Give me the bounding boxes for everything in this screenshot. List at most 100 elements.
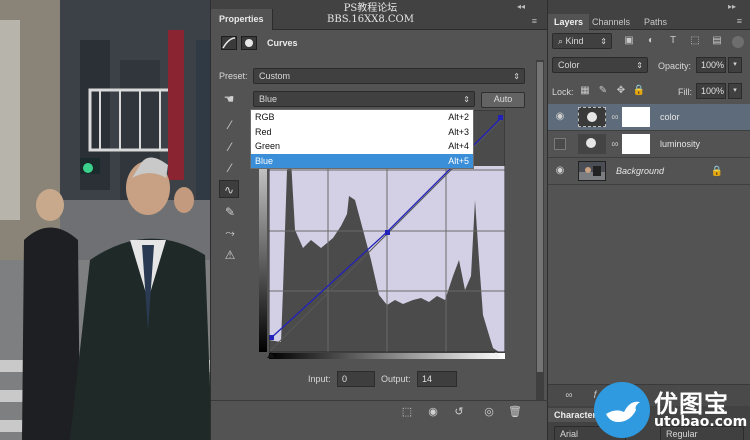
filter-pixel-icon[interactable]: ▣ xyxy=(622,34,636,48)
input-label: Input: xyxy=(308,374,331,384)
curve-point-mid[interactable] xyxy=(385,230,390,235)
adjustment-thumbnail xyxy=(578,107,606,127)
tab-layers[interactable]: Layers xyxy=(548,14,590,30)
input-gradient-bar xyxy=(269,353,505,359)
adjustment-thumbnail xyxy=(578,134,606,154)
clip-to-layer-icon[interactable]: ⬚ xyxy=(399,405,415,419)
preset-value: Custom xyxy=(259,71,291,81)
mask-thumbnail[interactable] xyxy=(622,134,650,154)
auto-button[interactable]: Auto xyxy=(481,92,525,108)
eyedropper-white-icon[interactable]: ⁄ xyxy=(221,159,239,177)
image-thumbnail xyxy=(578,161,606,181)
properties-panel: Properties PS教程论坛 BBS.16XX8.COM ◂◂ ≡ Cur… xyxy=(210,0,549,440)
view-previous-icon[interactable]: ◉ xyxy=(425,405,441,419)
lock-position-icon[interactable]: ✥ xyxy=(614,84,628,98)
layer-row-color[interactable]: ◉ ∞ color xyxy=(548,104,750,131)
layer-row-luminosity[interactable]: ∞ luminosity xyxy=(548,131,750,158)
delete-icon[interactable]: 🗑 xyxy=(507,405,523,419)
curve-point-black[interactable] xyxy=(269,335,274,340)
bird-logo-icon xyxy=(594,382,650,438)
curve-point-white[interactable] xyxy=(498,115,503,120)
preset-label: Preset: xyxy=(219,71,248,81)
menu-item-rgb[interactable]: RGB Alt+2 xyxy=(251,110,473,125)
mask-icon[interactable] xyxy=(241,36,257,50)
link-icon[interactable]: ∞ xyxy=(608,138,622,152)
watermark-line1: PS教程论坛 xyxy=(343,3,398,14)
filter-toggle[interactable] xyxy=(732,36,744,48)
scrollbar-track[interactable] xyxy=(536,60,544,400)
menu-item-green[interactable]: Green Alt+4 xyxy=(251,139,473,154)
search-icon: ⌕ xyxy=(558,36,566,46)
tab-paths[interactable]: Paths xyxy=(638,14,673,30)
lock-pixels-icon[interactable]: ✎ xyxy=(596,84,610,98)
smooth-icon[interactable]: ⤳ xyxy=(221,224,239,242)
tab-channels[interactable]: Channels xyxy=(586,14,636,30)
lock-transparent-icon[interactable]: ▦ xyxy=(578,84,592,98)
scrollbar-thumb[interactable] xyxy=(537,62,543,372)
link-icon[interactable]: ∞ xyxy=(608,111,622,125)
layer-name[interactable]: Background xyxy=(616,166,664,176)
opacity-field[interactable]: 100% xyxy=(696,57,726,73)
tab-properties[interactable]: Properties xyxy=(211,9,273,30)
filter-shape-icon[interactable]: ⬚ xyxy=(688,34,702,48)
mask-thumbnail[interactable] xyxy=(622,107,650,127)
menu-item-label: Blue xyxy=(255,155,274,166)
filter-type-icon[interactable]: T xyxy=(666,34,680,48)
footer-divider xyxy=(211,400,549,401)
fill-field[interactable]: 100% xyxy=(696,83,726,99)
lock-icon: 🔒 xyxy=(710,166,724,177)
eye-icon[interactable]: ◉ xyxy=(554,111,566,123)
adjustment-title: Curves xyxy=(267,38,298,48)
lock-all-icon[interactable]: 🔒 xyxy=(632,84,646,98)
eyedropper-black-icon[interactable]: ⁄ xyxy=(221,116,239,134)
visibility-box[interactable] xyxy=(554,138,566,150)
panel-menu-icon[interactable]: ≡ xyxy=(737,16,742,26)
eyedropper-gray-icon[interactable]: ⁄ xyxy=(221,138,239,156)
on-image-adjust-icon[interactable]: ☚ xyxy=(220,90,238,108)
fill-chevron-icon[interactable]: ▾ xyxy=(728,83,742,99)
preset-dropdown[interactable]: Custom ⇕ xyxy=(253,68,525,84)
chevron-updown-icon: ⇕ xyxy=(513,72,520,81)
channel-dropdown[interactable]: Blue ⇕ xyxy=(253,91,475,107)
menu-item-shortcut: Alt+4 xyxy=(448,141,469,151)
link-layers-icon[interactable]: ∞ xyxy=(562,389,576,403)
kind-value: Kind xyxy=(565,36,584,46)
reset-icon[interactable]: ↺ xyxy=(451,405,467,419)
menu-item-shortcut: Alt+5 xyxy=(448,155,469,166)
layer-name[interactable]: luminosity xyxy=(660,139,700,149)
pencil-icon[interactable]: ✎ xyxy=(221,203,239,221)
clipping-warning-icon[interactable]: ⚠ xyxy=(219,246,241,264)
channel-menu: RGB Alt+2 Red Alt+3 Green Alt+4 Blue Alt… xyxy=(250,109,474,169)
collapse-icon[interactable]: ▸▸ xyxy=(728,2,736,11)
panel-menu-icon[interactable]: ≡ xyxy=(532,16,537,26)
blend-mode-dropdown[interactable]: Color ⇕ xyxy=(552,57,648,73)
watermark-line2: BBS.16XX8.COM xyxy=(327,14,414,25)
black-point-slider[interactable] xyxy=(267,352,275,358)
white-point-slider[interactable] xyxy=(492,352,500,358)
font-family-value: Arial xyxy=(560,429,579,439)
visibility-icon[interactable]: ◎ xyxy=(481,405,497,419)
opacity-chevron-icon[interactable]: ▾ xyxy=(728,57,742,73)
layers-panel: Layers Channels Paths ▸▸ ≡ ⌕ Kind ⇕ ▣ ◐ … xyxy=(548,0,750,440)
curve-point-tool-icon[interactable]: ∿ xyxy=(219,180,239,198)
collapse-icon[interactable]: ◂◂ xyxy=(517,2,525,11)
layer-name[interactable]: color xyxy=(660,112,680,122)
filter-smart-object-icon[interactable]: ▤ xyxy=(710,34,724,48)
chevron-updown-icon: ⇕ xyxy=(636,61,643,70)
output-field[interactable]: 14 xyxy=(417,371,457,387)
menu-item-shortcut: Alt+3 xyxy=(448,126,469,137)
forum-watermark: PS教程论坛 BBS.16XX8.COM xyxy=(327,3,414,25)
document-canvas[interactable] xyxy=(0,0,212,440)
fill-label: Fill: xyxy=(678,87,692,97)
menu-item-blue[interactable]: Blue Alt+5 xyxy=(251,153,473,168)
font-style-value: Regular xyxy=(666,429,698,439)
eye-icon[interactable]: ◉ xyxy=(554,165,566,177)
menu-item-red[interactable]: Red Alt+3 xyxy=(251,125,473,140)
menu-item-shortcut: Alt+2 xyxy=(448,112,469,122)
menu-item-label: Green xyxy=(255,141,281,151)
filter-adjustment-icon[interactable]: ◐ xyxy=(644,34,658,48)
layer-row-background[interactable]: ◉ Background 🔒 xyxy=(548,158,750,185)
street-photo xyxy=(0,0,212,440)
filter-kind-dropdown[interactable]: ⌕ Kind ⇕ xyxy=(552,33,612,49)
input-field[interactable]: 0 xyxy=(337,371,375,387)
